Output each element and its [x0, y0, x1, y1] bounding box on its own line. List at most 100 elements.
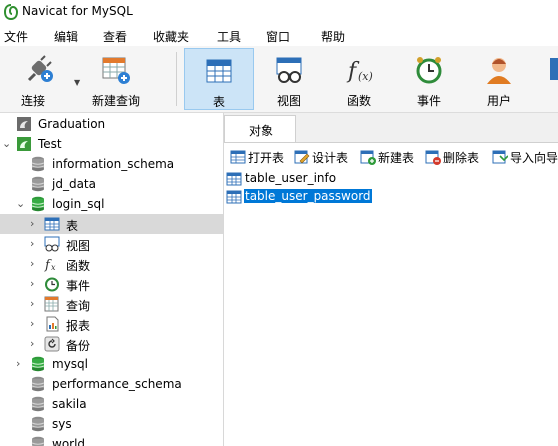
view-button[interactable]: 视图 — [256, 48, 322, 110]
database-icon — [31, 416, 45, 432]
tab-objects[interactable]: 对象 — [224, 115, 296, 142]
tree-item-login-sql[interactable]: ⌄ login_sql — [0, 194, 223, 214]
delete-table-icon — [425, 150, 441, 165]
table-icon — [206, 59, 232, 83]
tree-label: 报表 — [66, 319, 91, 333]
expand-chevron-icon[interactable]: › — [30, 217, 34, 230]
navicat-logo-icon — [4, 4, 18, 20]
expand-chevron-icon[interactable]: › — [30, 337, 34, 350]
tree-item-events[interactable]: › 事件 — [0, 274, 223, 294]
plug-icon — [27, 55, 53, 82]
tree-label: 函数 — [66, 259, 91, 273]
main-toolbar: 连接 ▼ 新建查询 表 视图 f (x) 函数 事件 用户 — [0, 46, 558, 113]
database-icon — [31, 356, 45, 372]
database-icon — [31, 176, 45, 192]
import-wizard-label: 导入向导 — [510, 151, 558, 165]
database-icon — [31, 396, 45, 412]
tree-label: mysql — [52, 357, 88, 371]
tree-item-functions[interactable]: › f x 函数 — [0, 254, 223, 274]
event-label: 事件 — [416, 94, 441, 108]
object-name: table_user_password — [244, 189, 372, 203]
open-table-button[interactable]: 打开表 — [230, 148, 290, 166]
menu-help[interactable]: 帮助 — [321, 28, 345, 45]
view-icon — [44, 236, 60, 252]
menu-file[interactable]: 文件 — [4, 28, 28, 45]
expand-chevron-icon[interactable]: › — [30, 317, 34, 330]
database-icon — [31, 376, 45, 392]
new-query-label: 新建查询 — [91, 94, 140, 108]
import-wizard-button[interactable]: 导入向导 — [492, 148, 558, 166]
tree-item-views[interactable]: › 视图 — [0, 234, 223, 254]
tree-item-graduation[interactable]: Graduation — [0, 114, 223, 134]
tree-label: 备份 — [66, 339, 91, 353]
connect-button[interactable]: 连接 ▼ — [4, 48, 80, 110]
tree-label: 视图 — [66, 239, 91, 253]
connection-icon — [17, 137, 31, 151]
connection-tree[interactable]: Graduation ⌄ Test information_schema jd_… — [0, 113, 224, 446]
delete-table-label: 删除表 — [443, 151, 480, 165]
connection-icon — [17, 117, 31, 131]
tree-item-jd-data[interactable]: jd_data — [0, 174, 223, 194]
clock-icon — [416, 57, 442, 84]
tree-item-sakila[interactable]: sakila — [0, 394, 223, 414]
menu-edit[interactable]: 编辑 — [54, 28, 78, 45]
menu-view[interactable]: 查看 — [103, 28, 127, 45]
design-table-button[interactable]: 设计表 — [294, 148, 354, 166]
tree-label: world — [52, 437, 86, 446]
tree-item-information-schema[interactable]: information_schema — [0, 154, 223, 174]
tree-label: login_sql — [52, 197, 105, 211]
tree-label: performance_schema — [52, 377, 182, 391]
tree-item-sys[interactable]: sys — [0, 414, 223, 434]
tree-item-test[interactable]: ⌄ Test — [0, 134, 223, 154]
tree-item-tables[interactable]: › 表 — [0, 214, 223, 234]
tree-item-performance-schema[interactable]: performance_schema — [0, 374, 223, 394]
menu-window[interactable]: 窗口 — [266, 28, 290, 45]
user-icon — [487, 58, 511, 84]
backup-icon — [44, 336, 60, 352]
menu-favorites[interactable]: 收藏夹 — [153, 28, 189, 45]
delete-table-button[interactable]: 删除表 — [425, 148, 487, 166]
new-query-button[interactable]: 新建查询 — [86, 48, 146, 110]
connect-dropdown-icon[interactable]: ▼ — [74, 78, 80, 87]
expand-chevron-icon[interactable]: › — [30, 297, 34, 310]
table-icon — [226, 190, 242, 204]
table-label: 表 — [212, 95, 225, 109]
tree-item-backups[interactable]: › 备份 — [0, 334, 223, 354]
tree-item-mysql[interactable]: › mysql — [0, 354, 223, 374]
open-table-label: 打开表 — [248, 151, 285, 165]
tree-label: sys — [52, 417, 72, 431]
user-button[interactable]: 用户 — [466, 48, 532, 110]
user-label: 用户 — [486, 94, 511, 108]
expand-chevron-icon[interactable]: › — [30, 277, 34, 290]
more-icon — [550, 58, 558, 80]
menu-tools[interactable]: 工具 — [217, 28, 241, 45]
expand-chevron-icon[interactable]: › — [16, 357, 20, 370]
tree-item-world[interactable]: world — [0, 434, 223, 446]
collapse-chevron-icon[interactable]: ⌄ — [2, 137, 11, 150]
new-table-button[interactable]: 新建表 — [360, 148, 422, 166]
new-table-icon — [360, 150, 376, 165]
expand-chevron-icon[interactable]: › — [30, 237, 34, 250]
tree-label: sakila — [52, 397, 87, 411]
tree-item-reports[interactable]: › 报表 — [0, 314, 223, 334]
function-button[interactable]: f (x) 函数 — [326, 48, 392, 110]
table-button[interactable]: 表 — [184, 48, 254, 110]
database-icon — [31, 436, 45, 446]
new-query-icon — [102, 57, 130, 84]
tree-item-queries[interactable]: › 查询 — [0, 294, 223, 314]
tab-objects-label: 对象 — [249, 124, 274, 138]
tree-label: 表 — [66, 219, 79, 233]
database-icon — [31, 196, 45, 212]
toolbar-divider — [176, 52, 177, 106]
collapse-chevron-icon[interactable]: ⌄ — [16, 197, 25, 210]
tree-label: information_schema — [52, 157, 175, 171]
function-icon: f (x) — [346, 59, 373, 84]
more-toolbar-button[interactable] — [540, 48, 558, 110]
menu-bar: 文件 编辑 查看 收藏夹 工具 窗口 帮助 — [0, 24, 558, 46]
table-icon — [226, 172, 242, 186]
expand-chevron-icon[interactable]: › — [30, 257, 34, 270]
title-bar: Navicat for MySQL — [0, 0, 558, 24]
event-button[interactable]: 事件 — [396, 48, 462, 110]
object-tab-strip: 对象 — [224, 113, 558, 143]
object-list[interactable]: table_user_info table_user_password — [224, 169, 558, 446]
